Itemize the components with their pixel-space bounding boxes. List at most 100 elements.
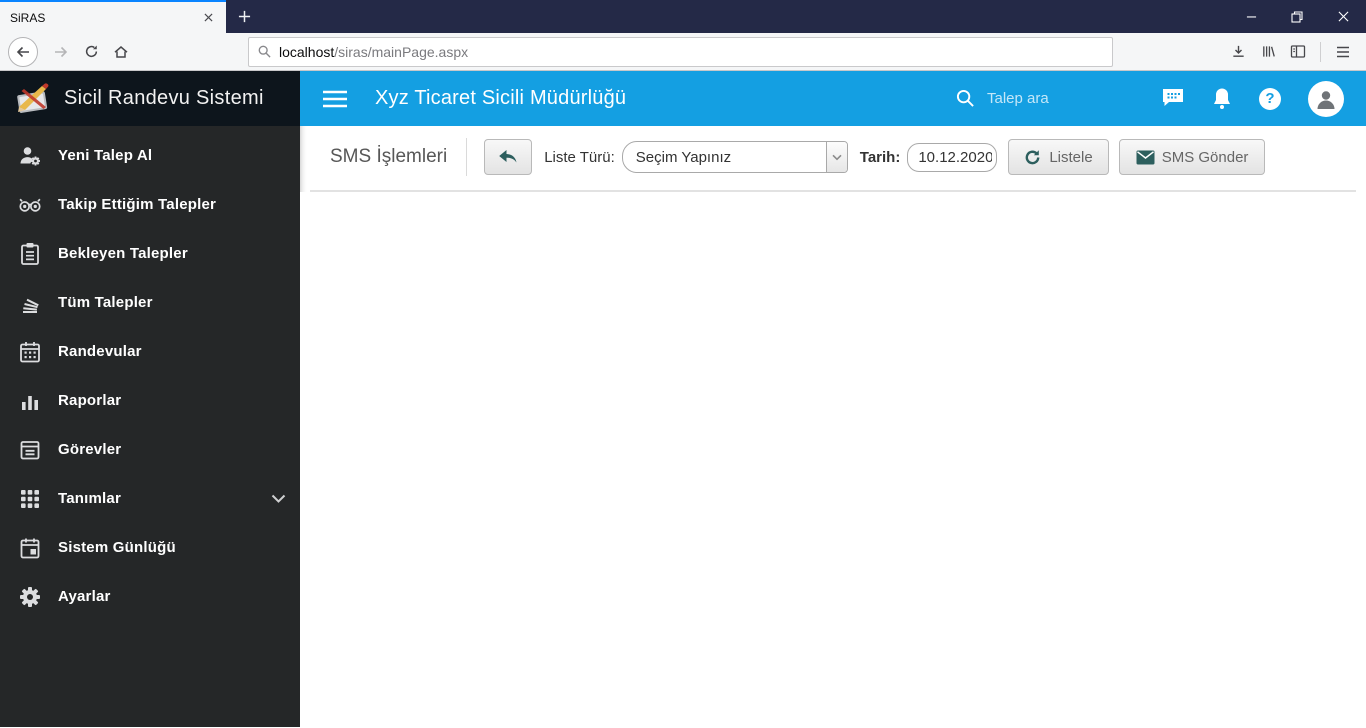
select-dropdown-button[interactable] [825, 142, 847, 172]
question-mark-icon: ? [1265, 90, 1275, 107]
sidebar-item-label: Görevler [58, 441, 122, 458]
sidebar-item-label: Takip Ettiğim Talepler [58, 196, 217, 213]
toolbar-separator [1320, 41, 1321, 62]
minimize-button[interactable] [1228, 0, 1274, 33]
brand-title: Sicil Randevu Sistemi [64, 87, 264, 109]
sidebar-item-gorevler[interactable]: Görevler [0, 425, 300, 474]
sidebar-item-label: Sistem Günlüğü [58, 539, 176, 556]
url-bar[interactable]: localhost/siras/mainPage.aspx [248, 36, 1113, 67]
new-tab-button[interactable] [226, 0, 262, 33]
user-avatar[interactable] [1308, 80, 1344, 117]
bar-chart-icon [18, 389, 42, 413]
sidebar-item-label: Bekleyen Talepler [58, 245, 188, 262]
envelope-icon [1136, 150, 1155, 164]
home-icon [114, 45, 128, 58]
app-logo-icon [17, 82, 49, 113]
chevron-down-icon [832, 154, 842, 160]
menu-toggle-button[interactable] [321, 90, 349, 108]
refresh-icon [1025, 149, 1040, 164]
gear-icon [18, 585, 42, 609]
sidebar-item-bekleyen-talepler[interactable]: Bekleyen Talepler [0, 229, 300, 278]
app-window: SiRAS localhost/siras/mainPage.aspx Sici… [0, 0, 1366, 728]
browser-tab-siras[interactable]: SiRAS [0, 0, 226, 33]
messages-button[interactable] [1161, 88, 1185, 109]
browser-tab-bar: SiRAS [0, 0, 1366, 33]
toolbar-divider [466, 138, 468, 176]
calendar-log-icon [18, 536, 42, 560]
content-toolbar: SMS İşlemleri Liste Türü: Seçim Yapınız … [300, 126, 1366, 188]
office-title: Xyz Ticaret Sicili Müdürlüğü [375, 87, 627, 109]
tab-close-icon[interactable] [198, 8, 218, 28]
list-type-select[interactable]: Seçim Yapınız [621, 141, 848, 173]
hamburger-icon [323, 90, 347, 107]
sidebar-item-sistem-gunlugu[interactable]: Sistem Günlüğü [0, 523, 300, 572]
task-note-icon [18, 438, 42, 462]
app-header: Sicil Randevu Sistemi Xyz Ticaret Sicili… [0, 71, 1366, 126]
sidebar-item-label: Tüm Talepler [58, 294, 153, 311]
refresh-icon [85, 45, 97, 58]
header-icons: ? [1161, 80, 1344, 117]
list-type-value: Seçim Yapınız [635, 148, 732, 166]
hamburger-icon [1337, 46, 1349, 57]
sidebar-item-yeni-talep-al[interactable]: Yeni Talep Al [0, 131, 300, 180]
browser-home-button[interactable] [106, 37, 136, 67]
sms-button-label: SMS Gönder [1161, 148, 1249, 166]
app-body: Yeni Talep Al Takip Ettiğim Talepler Bek… [0, 126, 1366, 727]
sidebar-item-label: Ayarlar [58, 588, 111, 605]
grid-icon [18, 487, 42, 511]
brand-area: Sicil Randevu Sistemi [0, 71, 300, 126]
search-icon [956, 89, 975, 108]
restore-button[interactable] [1274, 0, 1320, 33]
app-topbar: Xyz Ticaret Sicili Müdürlüğü Talep ara ? [300, 71, 1366, 126]
sidebar-item-tanimlar[interactable]: Tanımlar [0, 474, 300, 523]
browser-forward-button[interactable] [46, 37, 76, 67]
browser-back-button[interactable] [8, 36, 38, 67]
page-title: SMS İşlemleri [330, 146, 448, 167]
sidebar-item-ayarlar[interactable]: Ayarlar [0, 572, 300, 621]
sidebar-item-label: Yeni Talep Al [58, 147, 153, 164]
search-input[interactable] [987, 90, 1105, 107]
list-button[interactable]: Listele [1008, 139, 1109, 175]
sms-send-button[interactable]: SMS Gönder [1118, 139, 1266, 175]
binoculars-icon [18, 193, 42, 217]
sidebar-item-randevular[interactable]: Randevular [0, 327, 300, 376]
url-path: /siras/mainPage.aspx [334, 43, 469, 60]
help-button[interactable]: ? [1259, 87, 1281, 110]
forward-arrow-icon [55, 46, 68, 57]
sidebar-item-label: Raporlar [58, 392, 122, 409]
download-icon [1232, 45, 1244, 57]
sidebar-item-label: Tanımlar [58, 490, 122, 507]
library-button[interactable] [1253, 37, 1283, 67]
clipboard-icon [18, 242, 42, 266]
close-window-button[interactable] [1320, 0, 1366, 33]
date-input[interactable] [907, 142, 998, 172]
sidebar-item-label: Randevular [58, 343, 142, 360]
url-host: localhost [279, 43, 335, 60]
sidebar-item-takip-ettigim-talepler[interactable]: Takip Ettiğim Talepler [0, 180, 300, 229]
calendar-icon [18, 340, 42, 364]
paper-stack-icon [18, 291, 42, 315]
person-icon [1317, 90, 1335, 109]
go-back-button[interactable] [484, 139, 533, 175]
browser-refresh-button[interactable] [76, 37, 106, 67]
sidebar-item-raporlar[interactable]: Raporlar [0, 376, 300, 425]
main-content: SMS İşlemleri Liste Türü: Seçim Yapınız … [300, 126, 1366, 727]
url-text: localhost/siras/mainPage.aspx [279, 44, 468, 60]
plus-icon [238, 10, 250, 23]
date-label: Tarih: [859, 148, 901, 166]
reply-arrow-icon [499, 150, 517, 163]
browser-toolbar: localhost/siras/mainPage.aspx [0, 33, 1366, 71]
sidebar-item-tum-talepler[interactable]: Tüm Talepler [0, 278, 300, 327]
browser-menu-button[interactable] [1328, 37, 1358, 67]
list-type-label: Liste Türü: [544, 148, 615, 166]
chevron-down-icon [271, 494, 286, 503]
header-search[interactable] [956, 89, 1105, 108]
downloads-button[interactable] [1223, 37, 1253, 67]
notifications-button[interactable] [1212, 87, 1232, 110]
window-controls [1228, 0, 1366, 33]
user-gear-icon [18, 144, 42, 168]
bell-icon [1214, 88, 1230, 109]
sidebar-nav: Yeni Talep Al Takip Ettiğim Talepler Bek… [0, 126, 300, 727]
chat-icon [1163, 89, 1183, 106]
sidebar-toggle-button[interactable] [1283, 37, 1313, 67]
